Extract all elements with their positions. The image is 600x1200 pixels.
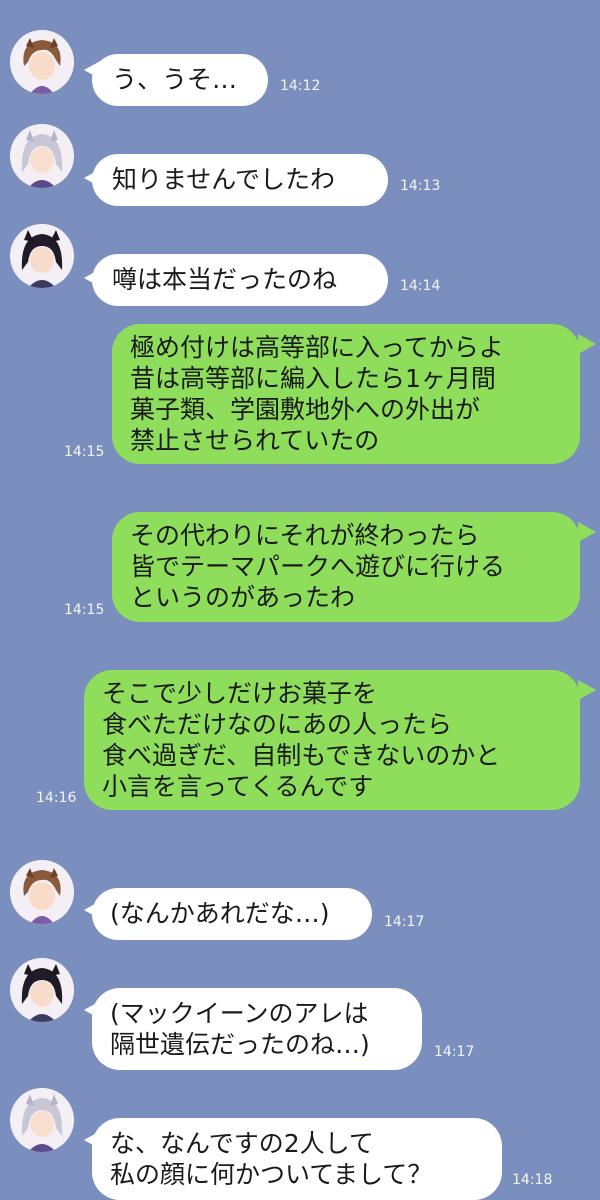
message-time-4: 14:15: [64, 444, 105, 460]
message-bubble-7: (なんかあれだな…): [92, 888, 372, 940]
message-time-6: 14:16: [36, 790, 77, 806]
avatar-black-hair-icon[interactable]: [10, 958, 74, 1022]
message-bubble-8: (マックイーンのアレは 隔世遺伝だったのね…): [92, 988, 422, 1070]
chat-log[interactable]: う、うそ… 14:12 知りませんでしたわ 14:13 噂は本当だったのね 14…: [0, 0, 600, 1200]
message-bubble-4: 極め付けは高等部に入ってからよ 昔は高等部に編入したら1ヶ月間 菓子類、学園敷地…: [112, 324, 580, 464]
avatar-silver-hair-icon[interactable]: [10, 1088, 74, 1152]
avatar-silver-hair-icon[interactable]: [10, 124, 74, 188]
message-time-5: 14:15: [64, 602, 105, 618]
message-bubble-6: そこで少しだけお菓子を 食べただけなのにあの人ったら 食べ過ぎだ、自制もできない…: [84, 670, 580, 810]
message-time-1: 14:12: [280, 78, 321, 94]
message-bubble-5: その代わりにそれが終わったら 皆でテーマパークへ遊びに行ける というのがあったわ: [112, 512, 580, 622]
message-bubble-1: う、うそ…: [92, 54, 268, 106]
avatar-brown-hair-icon[interactable]: [10, 30, 74, 94]
message-time-8: 14:17: [434, 1044, 475, 1060]
message-time-2: 14:13: [400, 178, 441, 194]
avatar-black-hair-icon[interactable]: [10, 224, 74, 288]
message-bubble-2: 知りませんでしたわ: [92, 154, 388, 206]
avatar-brown-hair-icon[interactable]: [10, 860, 74, 924]
message-bubble-3: 噂は本当だったのね: [92, 254, 388, 306]
message-time-9: 14:18: [512, 1172, 553, 1188]
message-time-3: 14:14: [400, 278, 441, 294]
message-bubble-9: な、なんですの2人して 私の顔に何かついてまして？: [92, 1118, 502, 1200]
message-time-7: 14:17: [384, 914, 425, 930]
